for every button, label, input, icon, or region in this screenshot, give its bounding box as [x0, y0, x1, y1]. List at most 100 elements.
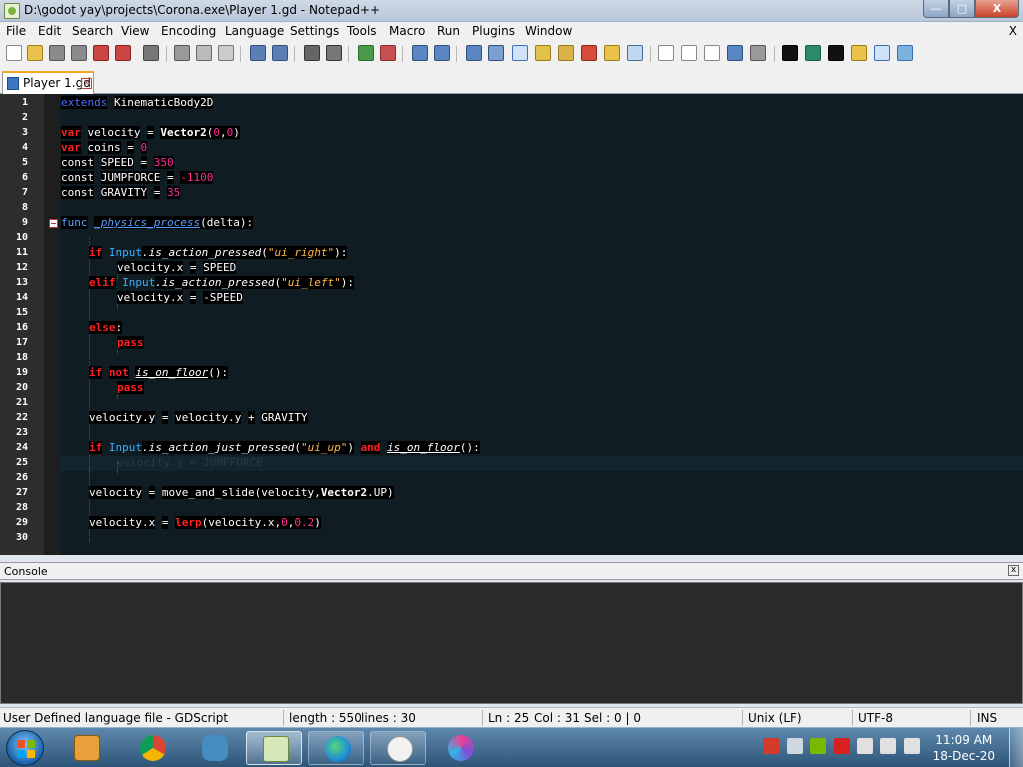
toolbar	[0, 42, 1023, 66]
tray-flag-icon[interactable]	[880, 738, 896, 754]
user-language-icon[interactable]	[535, 45, 551, 61]
replace-icon[interactable]	[326, 45, 342, 61]
minimize-button[interactable]: —	[923, 0, 949, 18]
line-number: 26	[15, 472, 28, 483]
function-list-icon[interactable]	[581, 45, 597, 61]
tray-volume-icon[interactable]	[904, 738, 920, 754]
sync-horizontal-icon[interactable]	[434, 45, 450, 61]
redo-icon[interactable]	[272, 45, 288, 61]
play-macro-icon[interactable]	[704, 45, 720, 61]
menu-close-doc-button[interactable]: X	[1009, 24, 1017, 38]
monitoring-icon[interactable]	[627, 45, 643, 61]
menu-plugins[interactable]: Plugins	[472, 24, 515, 38]
save-all-icon[interactable]	[71, 45, 87, 61]
undo-icon[interactable]	[250, 45, 266, 61]
stop-macro-icon[interactable]	[681, 45, 697, 61]
record-macro-icon[interactable]	[658, 45, 674, 61]
system-clock[interactable]: 11:09 AM 18-Dec-20	[933, 732, 995, 764]
tray-nvidia-icon[interactable]	[810, 738, 826, 754]
menu-language[interactable]: Language	[225, 24, 284, 38]
doc-map-icon[interactable]	[558, 45, 574, 61]
menu-view[interactable]: View	[121, 24, 149, 38]
cut-icon[interactable]	[174, 45, 190, 61]
number: 0	[281, 516, 288, 529]
menu-settings[interactable]: Settings	[290, 24, 339, 38]
line-number: 2	[21, 112, 28, 123]
punctuation: )	[347, 441, 354, 454]
plugin-icon[interactable]	[782, 45, 798, 61]
taskbar-chrome[interactable]	[124, 731, 180, 765]
identifier: velocity.x	[89, 516, 156, 529]
copy-icon[interactable]	[196, 45, 212, 61]
menu-run[interactable]: Run	[437, 24, 460, 38]
show-desktop-button[interactable]	[1009, 728, 1023, 767]
punctuation: .UP)	[367, 486, 394, 499]
taskbar-krita[interactable]	[432, 731, 488, 765]
show-all-chars-icon[interactable]	[488, 45, 504, 61]
taskbar-notepad-plus-plus[interactable]	[246, 731, 302, 765]
zoom-out-icon[interactable]	[380, 45, 396, 61]
menu-tools[interactable]: Tools	[347, 24, 377, 38]
zoom-in-icon[interactable]	[358, 45, 374, 61]
console-output[interactable]	[0, 582, 1023, 704]
class-name: Vector2	[320, 486, 368, 499]
taskbar-media-player[interactable]	[58, 731, 114, 765]
menu-macro[interactable]: Macro	[389, 24, 425, 38]
new-file-icon[interactable]	[6, 45, 22, 61]
plugin-3-icon[interactable]	[828, 45, 844, 61]
paste-icon[interactable]	[218, 45, 234, 61]
identifier: SPEED	[203, 261, 237, 274]
indent-guide-icon[interactable]	[512, 45, 528, 61]
sync-vertical-icon[interactable]	[412, 45, 428, 61]
plugin-5-icon[interactable]	[874, 45, 890, 61]
start-button[interactable]	[6, 730, 44, 766]
find-icon[interactable]	[304, 45, 320, 61]
close-file-icon[interactable]	[93, 45, 109, 61]
save-icon[interactable]	[49, 45, 65, 61]
toolbar-separator	[166, 46, 167, 62]
line-number: 6	[21, 172, 28, 183]
tray-network-icon[interactable]	[857, 738, 873, 754]
close-all-icon[interactable]	[115, 45, 131, 61]
line-number: 21	[15, 397, 28, 408]
tray-anydesk-icon[interactable]	[763, 738, 779, 754]
code-line-25: velocity.y = JUMPFORCE	[117, 456, 263, 469]
line-number: 13	[15, 277, 28, 288]
tray-q-icon[interactable]	[834, 738, 850, 754]
menu-search[interactable]: Search	[72, 24, 113, 38]
save-macro-icon[interactable]	[750, 45, 766, 61]
menu-window[interactable]: Window	[525, 24, 572, 38]
line-number: 29	[15, 517, 28, 528]
plugin-6-icon[interactable]	[897, 45, 913, 61]
identifier: Vector2	[160, 126, 207, 139]
keyword: extends	[61, 96, 108, 109]
fold-collapse-icon[interactable]	[49, 219, 58, 228]
word-wrap-icon[interactable]	[466, 45, 482, 61]
taskbar-snipping-tool[interactable]	[370, 731, 426, 765]
taskbar-edge[interactable]	[308, 731, 364, 765]
close-button[interactable]: X	[975, 0, 1019, 18]
console-header: Console x	[0, 562, 1023, 580]
open-file-icon[interactable]	[27, 45, 43, 61]
code-line-6: const JUMPFORCE = -1100	[61, 171, 214, 185]
console-close-icon[interactable]: x	[1008, 565, 1019, 576]
plugin-2-icon[interactable]	[805, 45, 821, 61]
maximize-button[interactable]: □	[949, 0, 975, 18]
code-area[interactable]: extends KinematicBody2D var velocity = V…	[60, 94, 1023, 555]
plugin-4-icon[interactable]	[851, 45, 867, 61]
taskbar-godot[interactable]	[186, 731, 242, 765]
tab-close-icon[interactable]: x	[81, 78, 92, 89]
print-icon[interactable]	[143, 45, 159, 61]
tray-tools-icon[interactable]	[787, 738, 803, 754]
window-controls: — □ X	[923, 0, 1019, 18]
punctuation: ,	[219, 126, 227, 139]
menu-edit[interactable]: Edit	[38, 24, 61, 38]
code-editor[interactable]: 1 2 3 4 5 6 7 8 9 10 11 12 13 14 15 16 1…	[0, 94, 1023, 555]
menu-file[interactable]: File	[6, 24, 26, 38]
notepad-plus-plus-app-icon[interactable]	[4, 3, 20, 19]
toolbar-separator	[294, 46, 295, 62]
menu-encoding[interactable]: Encoding	[161, 24, 216, 38]
tab-player-1-gd[interactable]: Player 1.gd x	[2, 71, 94, 94]
run-macro-multiple-icon[interactable]	[727, 45, 743, 61]
folder-workspace-icon[interactable]	[604, 45, 620, 61]
